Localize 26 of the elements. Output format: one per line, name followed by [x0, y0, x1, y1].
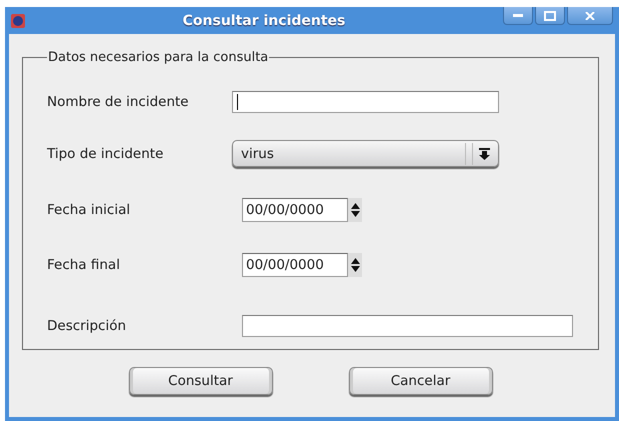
- close-button[interactable]: [567, 7, 613, 25]
- field-label: Fecha inicial: [47, 202, 132, 218]
- dropdown-arrow-icon: [479, 148, 490, 160]
- group-title: Datos necesarios para la consulta: [47, 50, 270, 65]
- up-down-arrows-icon: [350, 203, 360, 217]
- text-field[interactable]: [242, 314, 573, 336]
- spinner-button[interactable]: [348, 198, 362, 222]
- date-field[interactable]: 00/00/0000: [242, 252, 348, 276]
- field-label: Fecha final: [47, 256, 121, 272]
- field-label: Nombre de incidente: [47, 94, 190, 110]
- maximize-icon: [544, 10, 556, 20]
- dialog-button[interactable]: Cancelar: [348, 367, 492, 395]
- field-label: Descripción: [47, 318, 128, 334]
- minimize-button[interactable]: [503, 7, 533, 25]
- window-title: Consultar incidentes: [182, 12, 346, 28]
- date-field[interactable]: 00/00/0000: [242, 198, 348, 222]
- dropdown[interactable]: virus: [232, 140, 499, 167]
- text-field[interactable]: [232, 91, 499, 113]
- maximize-button[interactable]: [535, 7, 565, 25]
- dialog-button[interactable]: Consultar: [128, 367, 272, 395]
- field-label: Tipo de incidente: [47, 146, 164, 162]
- app-icon: [11, 14, 25, 28]
- minimize-icon: [513, 14, 523, 18]
- spinner-button[interactable]: [348, 252, 362, 276]
- close-icon: [585, 12, 595, 20]
- up-down-arrows-icon: [350, 258, 360, 272]
